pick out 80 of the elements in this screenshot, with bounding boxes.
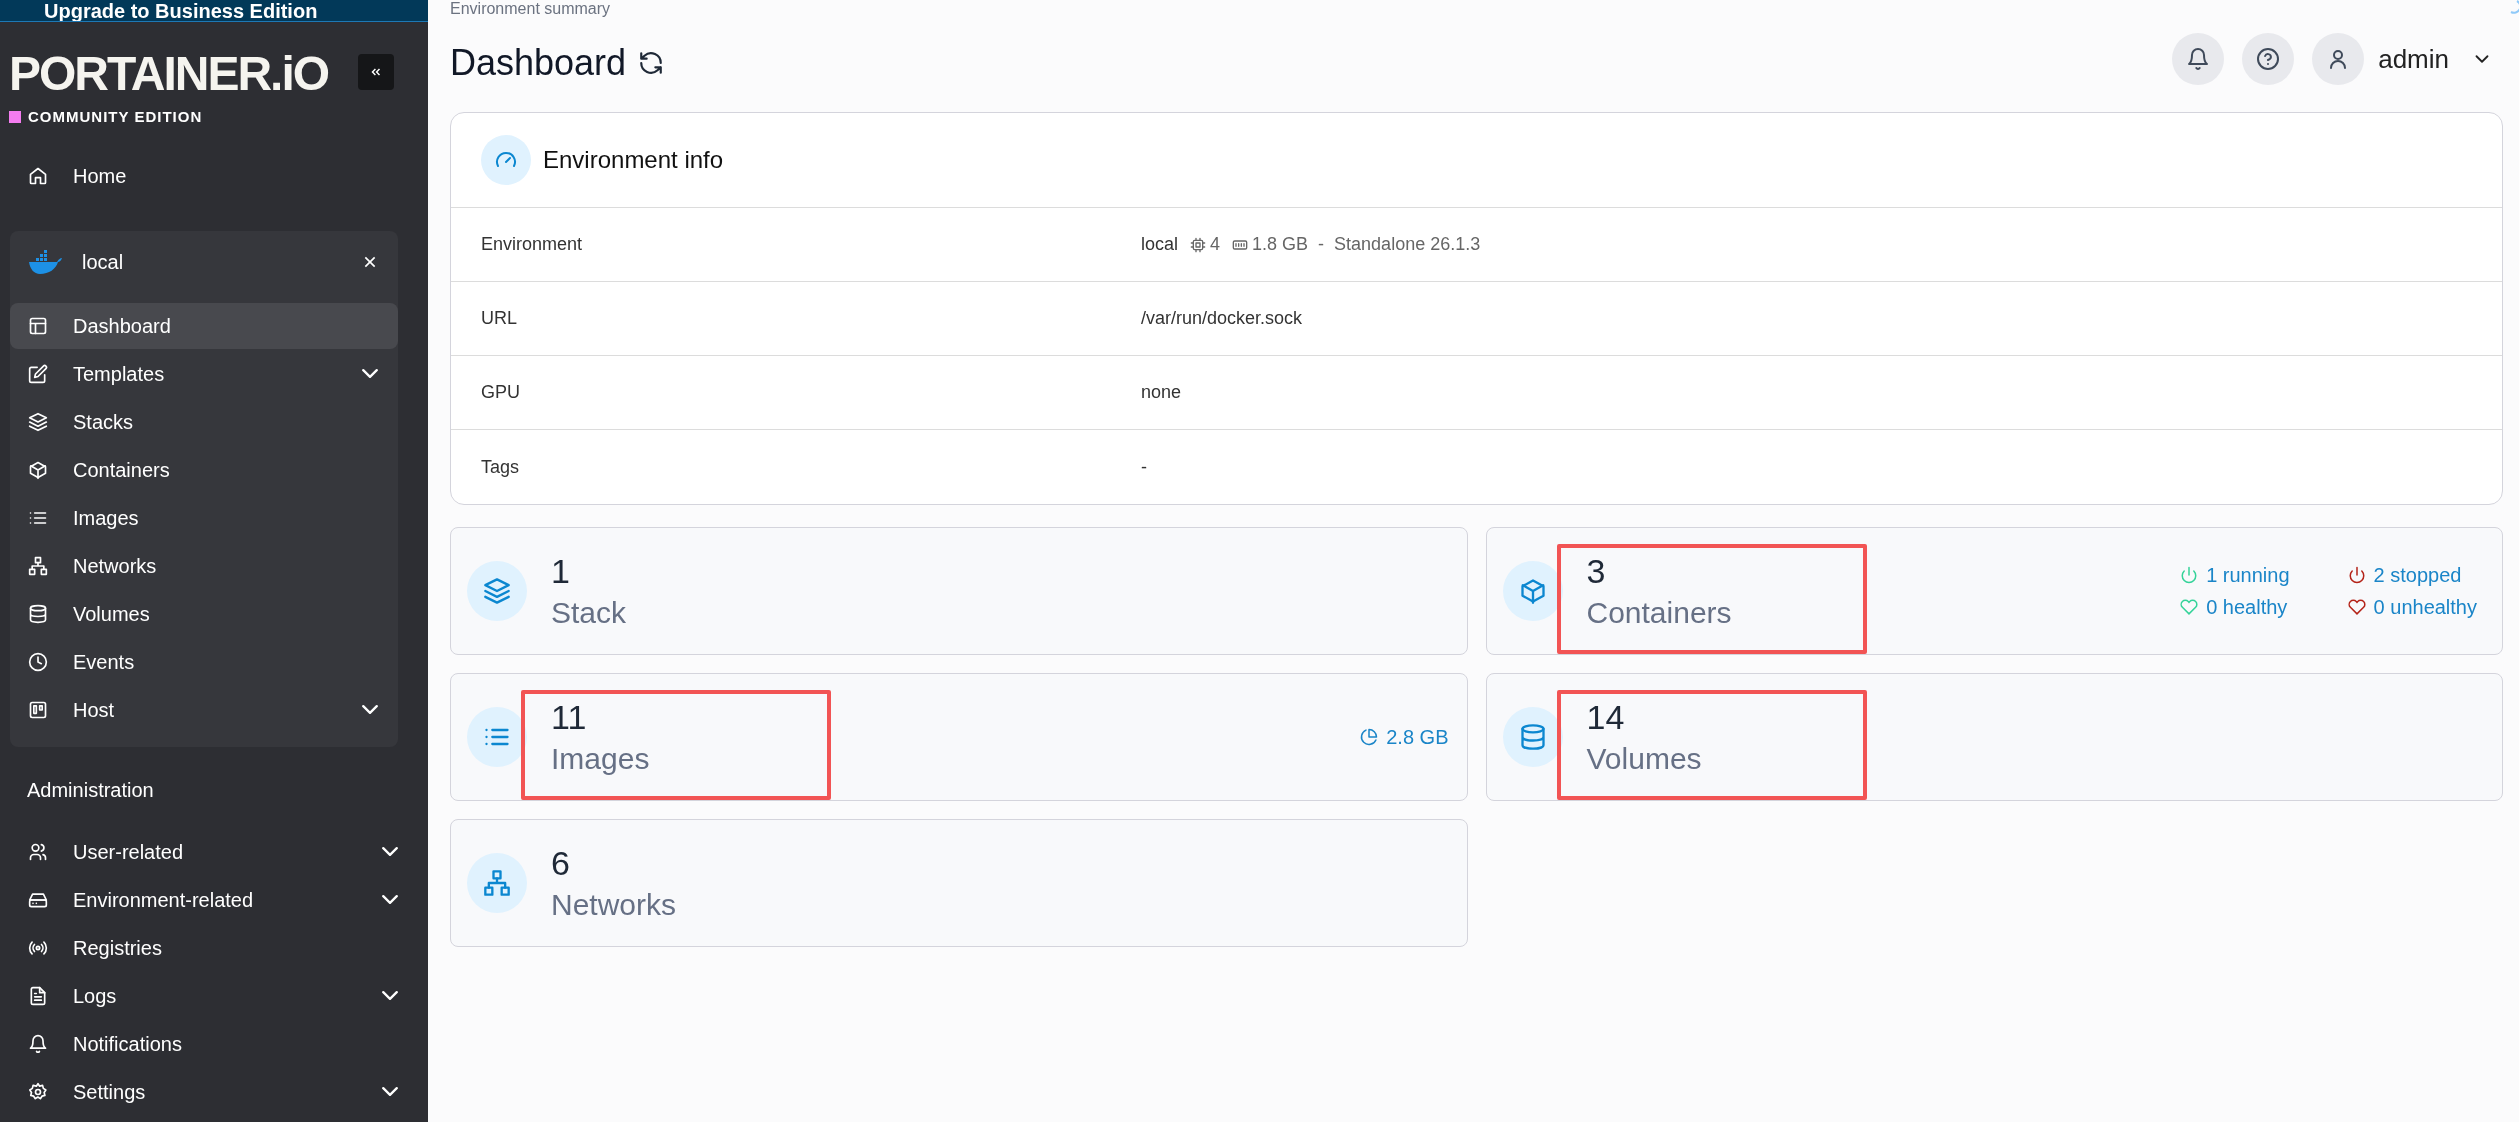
document-icon (28, 985, 48, 1006)
breadcrumb[interactable]: Environment summary (450, 0, 611, 18)
cpu-count: 4 (1210, 233, 1221, 256)
status-count: 0 healthy (2180, 592, 2310, 622)
tile-label: Stack (551, 598, 628, 628)
page-title: Dashboard (450, 41, 627, 85)
status-count: 1 running (2180, 560, 2310, 590)
engine-type: Standalone 26.1.3 (1334, 233, 1481, 256)
settings-icon (28, 1081, 48, 1102)
bell-icon (28, 1033, 48, 1054)
edition-mark (9, 111, 21, 124)
database-icon (28, 603, 48, 624)
sidebar-item[interactable]: Logs (10, 972, 418, 1019)
memory-size: 1.8 GB (1252, 233, 1309, 256)
field-label: URL (480, 307, 518, 330)
summary-tile[interactable]: 6 Networks (450, 819, 1468, 947)
pie-chart-icon (1360, 728, 1379, 746)
sidebar-item[interactable]: Volumes (10, 590, 398, 637)
user-menu[interactable]: admin (2312, 33, 2493, 85)
tile-label: Networks (551, 890, 678, 920)
tile-count: 11 (551, 700, 588, 734)
tile-label: Containers (1586, 598, 1733, 628)
sidebar-item[interactable]: Home (10, 152, 418, 199)
separator: - (1318, 233, 1325, 256)
tile-count: 3 (1586, 554, 1607, 588)
tile-count: 1 (551, 554, 571, 588)
field-value: - (1141, 455, 1147, 479)
summary-tile[interactable]: 1 Stack (450, 527, 1468, 655)
field-value: none (1141, 381, 1182, 404)
card-title: Environment info (543, 145, 724, 175)
summary-tile[interactable]: 14 Volumes (1485, 673, 2503, 801)
cube-icon (1518, 577, 1547, 605)
clock-icon (28, 651, 48, 672)
sidebar-item[interactable]: Events (10, 638, 398, 685)
help-icon (2256, 47, 2281, 71)
field-value: /var/run/docker.sock (1141, 307, 1303, 330)
sidebar-item[interactable]: Settings (10, 1068, 418, 1115)
board-icon (28, 699, 48, 720)
sidebar-item[interactable]: Notifications (10, 1020, 418, 1067)
tile-count: 14 (1586, 700, 1626, 734)
environment-value: local (1141, 233, 1179, 256)
database-icon (1518, 723, 1547, 751)
cube-icon (28, 459, 48, 480)
users-icon (28, 841, 48, 862)
pencil-square-icon (28, 363, 48, 384)
field-label: Tags (480, 455, 521, 479)
whale-icon (28, 248, 62, 275)
sidebar-item[interactable]: Host (10, 686, 398, 733)
status-count: 2 stopped (2347, 560, 2477, 590)
sidebar-item[interactable]: Images (10, 494, 398, 541)
sidebar-item[interactable]: Containers (10, 446, 398, 493)
sidebar-item[interactable]: Templates (10, 350, 398, 397)
cpu-icon (1190, 236, 1207, 253)
summary-tile[interactable]: 3 Containers 1 running 2 stopped 0 healthy 0 unhealthy (1485, 527, 2503, 655)
disk-usage: 2.8 GB (1360, 722, 1449, 752)
sidebar-item[interactable]: Networks (10, 542, 398, 589)
layers-icon (483, 577, 511, 605)
sidebar-item[interactable]: Dashboard (10, 302, 398, 349)
field-label: GPU (480, 381, 521, 404)
home-icon (28, 165, 48, 186)
network-icon (28, 555, 48, 576)
sidebar-item[interactable]: Stacks (10, 398, 398, 445)
field-label: Environment (480, 233, 584, 256)
tile-label: Images (551, 744, 651, 774)
section-title: Administration (26, 777, 155, 803)
status-count: 0 unhealthy (2347, 592, 2477, 622)
layout-icon (28, 315, 48, 336)
edition-label: COMMUNITY EDITION (28, 107, 203, 127)
refresh-icon (638, 50, 665, 76)
portainer-logo: PORTAINER.iO (9, 52, 330, 96)
summary-tile[interactable]: 11 Images 2.8 GB (450, 673, 1468, 801)
layers-icon (28, 411, 48, 432)
bell-icon (2186, 47, 2211, 71)
sidebar-item[interactable]: Registries (10, 924, 418, 971)
network-icon (483, 869, 511, 897)
sidebar-item[interactable]: User-related (10, 828, 418, 875)
sidebar-item[interactable]: Environment-related (10, 876, 418, 923)
environment-name: local (82, 249, 125, 275)
tile-label: Volumes (1586, 744, 1703, 774)
tile-count: 6 (551, 846, 571, 880)
